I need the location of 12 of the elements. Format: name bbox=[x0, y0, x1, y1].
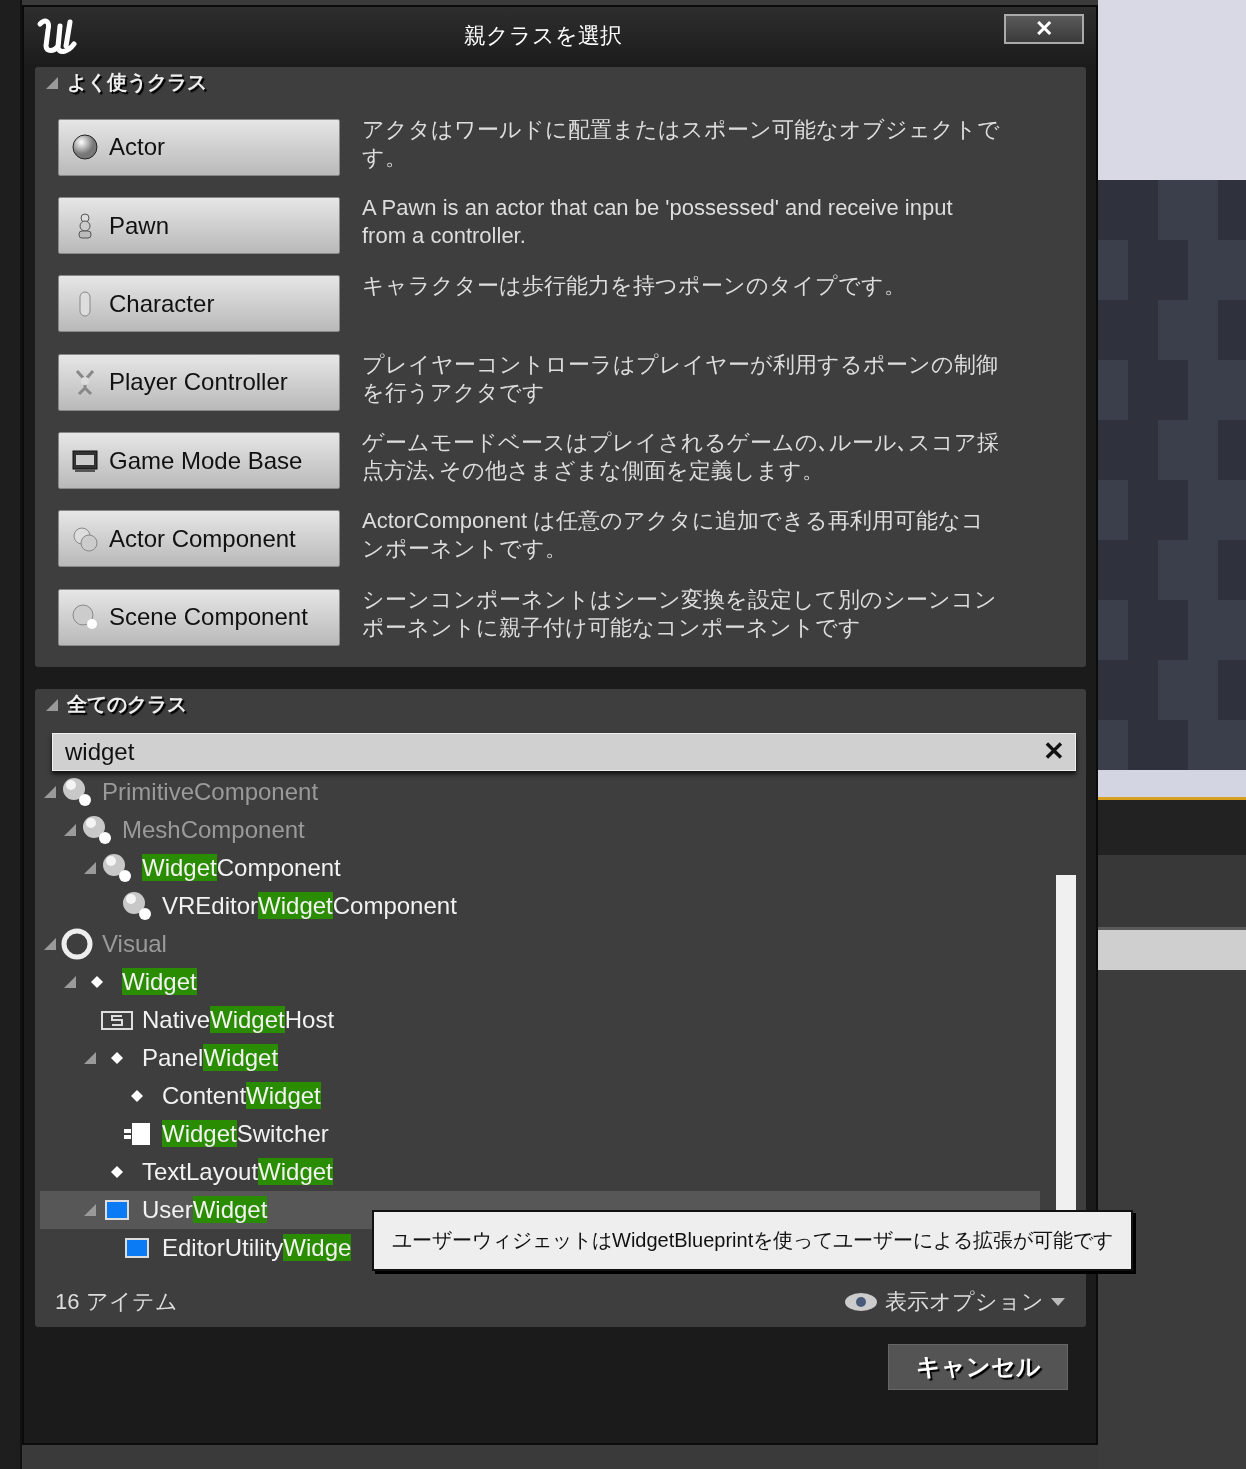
class-description: プレイヤーコントローラはプレイヤーが利用するポーンの制御を行うアクタです bbox=[362, 350, 999, 407]
tooltip: ユーザーウィジェットはWidgetBlueprintを使ってユーザーによる拡張が可能です bbox=[372, 1210, 1134, 1271]
class-description: ゲームモードベースはプレイされるゲームの､ルール､スコア採点方法､その他さまざまな側面を定義します。 bbox=[362, 429, 1000, 486]
section-title: 全てのクラス bbox=[67, 692, 187, 718]
class-description: ActorComponent は任意のアクタに追加できる再利用可能なコンポーネントです。 bbox=[362, 507, 986, 564]
window-title: 親クラスを選択 bbox=[463, 21, 623, 50]
item-count: 16 アイテム bbox=[55, 1288, 178, 1317]
class-description: アクタはワールドに配置またはスポーン可能なオブジェクトです。 bbox=[362, 115, 1001, 172]
section-title: よく使うクラス bbox=[67, 70, 207, 96]
class-description: キャラクターは歩行能力を持つポーンのタイプです。 bbox=[362, 272, 907, 301]
class-description: シーンコンポーネントはシーン変換を設定して別のシーンコンポーネントに親子付け可能なコンポーネントです bbox=[362, 585, 998, 642]
class-description: A Pawn is an actor that can be 'possessed' and receive input from a controller. bbox=[362, 194, 954, 251]
